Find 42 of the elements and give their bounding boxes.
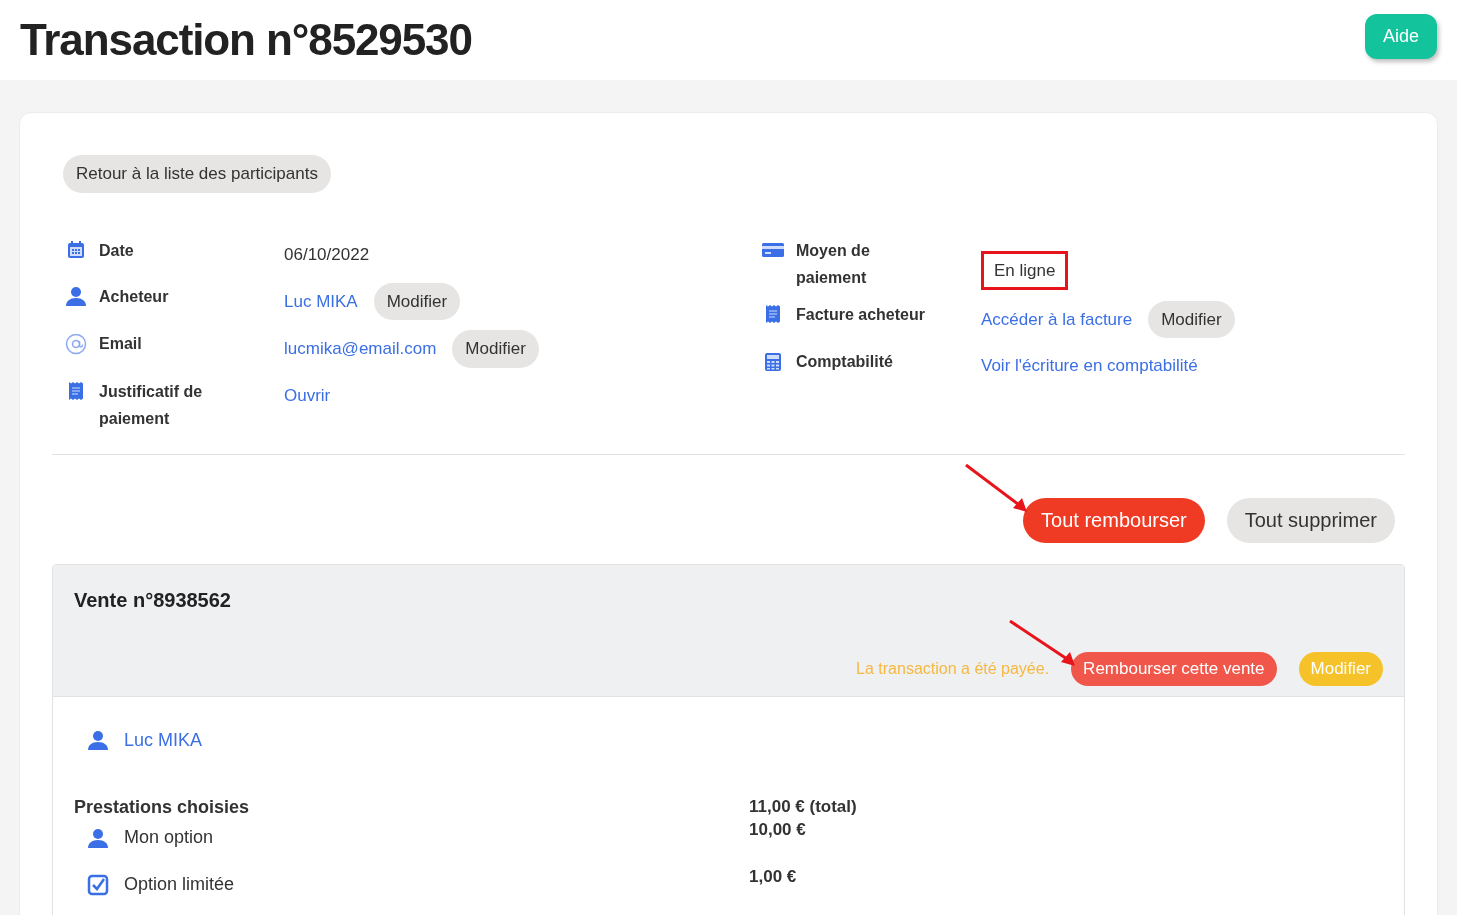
field-label: Email [99,334,142,354]
field-label: Moyen de paiement [796,240,871,288]
link[interactable]: Accéder à la facture [981,306,1133,332]
field-label: Date [99,240,134,261]
page-title: Transaction n°8529530 [20,14,472,66]
link[interactable]: Luc MIKA [284,288,358,314]
user-icon [87,826,109,849]
field-label: Acheteur [99,286,169,307]
checkbox-icon [87,873,109,896]
option-name: Mon option [124,826,214,849]
user-icon [87,729,109,751]
payment-status: La transaction a été payée. [856,658,1050,679]
field-label: Comptabilité [796,352,893,372]
field-label: Justificatif de paiement [99,381,204,429]
field-value: En ligne [981,250,1069,290]
back-button[interactable]: Retour à la liste des participants [63,155,331,193]
buyer-link[interactable]: Luc MIKA [124,726,203,754]
refund-sale-button[interactable]: Rembourser cette vente [1071,651,1277,686]
delete-all-button[interactable]: Tout supprimer [1226,497,1395,543]
credit-card-icon [761,242,784,258]
modify-button[interactable]: Modifier [1148,300,1235,338]
at-sign-icon [64,332,87,355]
option-price: 10,00 € [749,818,807,841]
user-icon [64,285,87,307]
total-price: 11,00 € (total) [749,795,858,818]
modify-button[interactable]: Modifier [373,282,461,320]
receipt-icon [66,381,85,401]
link[interactable]: lucmika@email.com [284,336,437,362]
link[interactable]: Voir l'écriture en comptabilité [981,353,1198,379]
calculator-icon [763,351,782,372]
section-title: Prestations choisies [74,795,251,819]
field-label: Facture acheteur [796,304,925,325]
refund-all-button[interactable]: Tout rembourser [1023,497,1205,543]
modify-button[interactable]: Modifier [452,330,539,368]
annotation-arrow [965,463,1028,512]
receipt-icon [763,304,782,324]
option-name: Option limitée [124,873,235,896]
option-price: 1,00 € [749,865,798,888]
field-value: 06/10/2022 [284,243,370,266]
calendar-icon [65,240,86,260]
link[interactable]: Ouvrir [284,382,331,409]
sale-title: Vente n°8938562 [74,587,232,613]
